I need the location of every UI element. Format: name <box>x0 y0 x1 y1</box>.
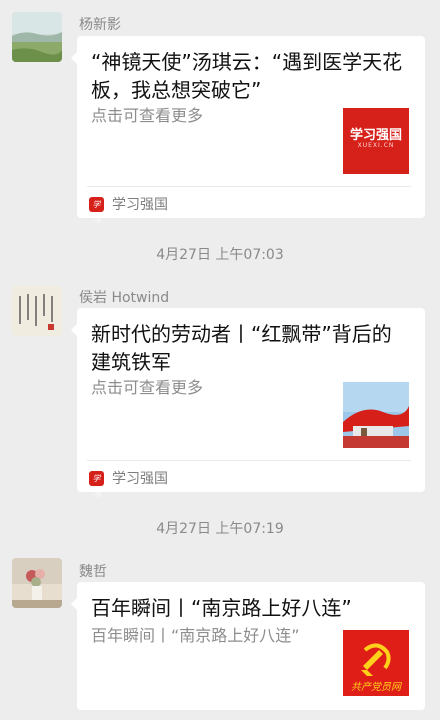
source-name: 学习强国 <box>112 197 168 213</box>
sender-name: 魏哲 <box>79 564 107 580</box>
source-row: 学习 学习强国 <box>89 194 168 224</box>
thumbnail-logo-text: 学习强国 <box>349 128 402 143</box>
article-description: 百年瞬间丨“南京路上好八连” <box>91 626 300 645</box>
avatar[interactable] <box>12 286 62 336</box>
article-thumbnail: 学习强国 XUEXI.CN <box>343 108 409 174</box>
xuexi-logo-icon: 学习 <box>89 470 104 498</box>
sender-name: 侯岩 Hotwind <box>79 290 170 306</box>
divider <box>87 186 411 187</box>
timestamp: 4月27日 上午07:03 <box>156 247 284 263</box>
source-row: 学习 学习强国 <box>89 468 168 498</box>
avatar[interactable] <box>12 558 62 608</box>
article-title: 新时代的劳动者丨“红飘带”背后的建筑铁军 <box>91 322 392 374</box>
sender-name: 杨新影 <box>79 17 121 33</box>
article-description: 点击可查看更多 <box>91 378 204 397</box>
article-thumbnail: 共产党员网 <box>343 630 409 696</box>
avatar[interactable] <box>12 12 62 62</box>
source-name: 学习强国 <box>112 471 168 487</box>
timestamp: 4月27日 上午07:19 <box>156 521 284 537</box>
thumbnail-sub-text: XUEXI.CN <box>357 142 395 149</box>
article-description: 点击可查看更多 <box>91 106 204 125</box>
article-title: 百年瞬间丨“南京路上好八连” <box>91 596 352 620</box>
article-card[interactable]: 新时代的劳动者丨“红飘带”背后的建筑铁军 点击可查看更多 学习 学习强国 <box>71 308 425 498</box>
article-card[interactable]: 百年瞬间丨“南京路上好八连” 百年瞬间丨“南京路上好八连” 共产党员网 <box>71 582 425 710</box>
article-card[interactable]: “神镜天使”汤琪云：“遇到医学天花板，我总想突破它” 点击可查看更多 学习强国 … <box>71 36 425 224</box>
article-title: “神镜天使”汤琪云：“遇到医学天花板，我总想突破它” <box>91 50 403 102</box>
xuexi-logo-icon: 学习 <box>89 196 104 224</box>
thumbnail-logo-text: 共产党员网 <box>351 682 401 693</box>
article-thumbnail <box>343 382 409 448</box>
divider <box>87 460 411 461</box>
